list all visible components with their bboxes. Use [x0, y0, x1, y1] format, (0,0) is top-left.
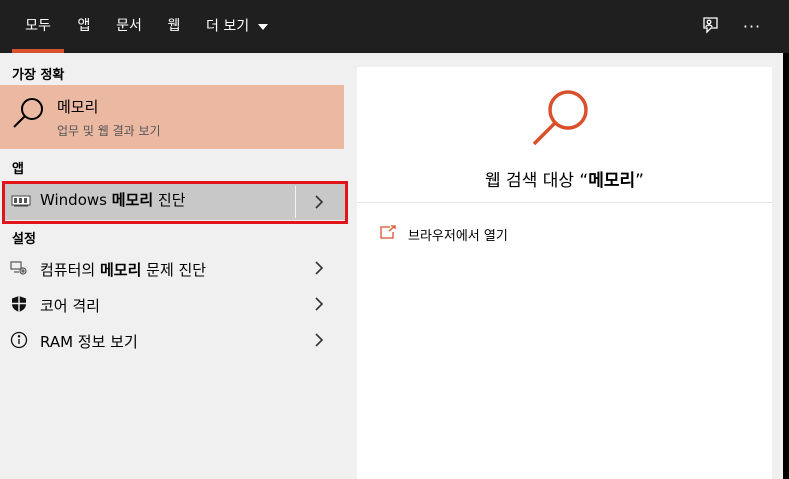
tab-documents[interactable]: 문서 — [110, 0, 148, 53]
web-title-suffix: ” — [635, 171, 644, 191]
best-match-subtitle: 업무 및 웹 결과 보기 — [57, 124, 161, 138]
shield-icon — [10, 295, 28, 313]
chevron-down-icon — [257, 0, 268, 53]
tab-apps[interactable]: 앱 — [72, 0, 96, 53]
best-match-item[interactable] — [0, 85, 344, 149]
settings-label-prefix: 컴퓨터의 — [40, 261, 100, 279]
tab-all[interactable]: 모두 — [12, 0, 64, 53]
web-title-prefix: 웹 검색 대상 “ — [485, 171, 589, 191]
chevron-right-icon[interactable] — [314, 333, 328, 347]
best-match-title: 메모리 — [57, 98, 99, 116]
settings-item-label: 코어 격리 — [40, 297, 100, 315]
open-in-browser-link[interactable]: 브라우저에서 열기 — [408, 225, 508, 244]
preview-divider — [357, 202, 772, 203]
section-settings: 설정 — [12, 232, 36, 247]
settings-item-label: RAM 정보 보기 — [40, 333, 138, 351]
top-bar: 모두 앱 문서 웹 더 보기 ··· — [0, 0, 789, 53]
computer-gear-icon — [10, 259, 28, 277]
section-apps: 앱 — [12, 162, 24, 177]
pane-edge — [783, 53, 789, 479]
web-search-title: 웹 검색 대상 “메모리” — [357, 166, 772, 191]
settings-item-label: 컴퓨터의 메모리 문제 진단 — [40, 259, 206, 280]
settings-label-suffix: 문제 진단 — [141, 261, 207, 279]
section-best-match: 가장 정확 — [12, 68, 65, 83]
search-icon — [10, 95, 46, 131]
red-highlight-box — [2, 181, 348, 224]
settings-label-bold: 메모리 — [99, 261, 142, 279]
more-icon[interactable]: ··· — [740, 14, 764, 38]
web-search-icon — [528, 86, 598, 156]
open-in-browser-icon[interactable] — [380, 224, 396, 239]
chevron-right-icon[interactable] — [314, 261, 328, 275]
chevron-right-icon[interactable] — [314, 297, 328, 311]
tab-more[interactable]: 더 보기 — [200, 0, 274, 53]
info-icon — [10, 331, 28, 349]
feedback-icon[interactable] — [698, 14, 722, 38]
tab-more-label: 더 보기 — [206, 18, 250, 35]
web-title-bold: 메모리 — [588, 171, 636, 191]
tab-web[interactable]: 웹 — [162, 0, 186, 53]
